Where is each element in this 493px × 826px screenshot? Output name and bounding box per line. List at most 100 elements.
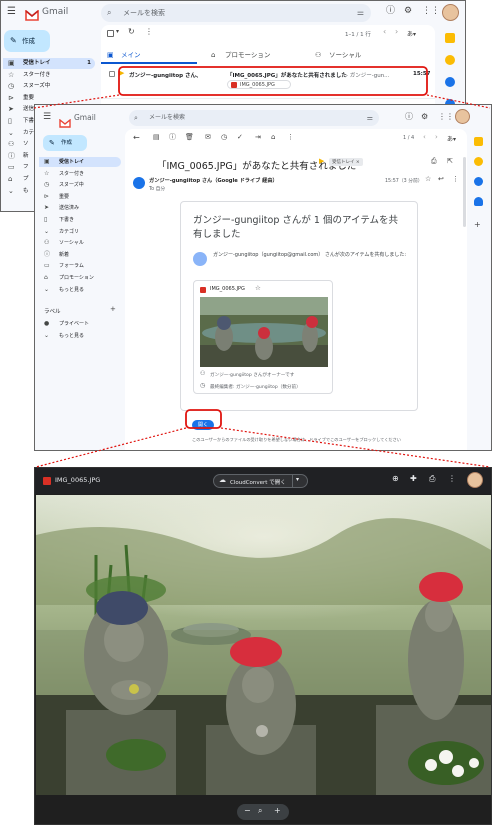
calendar-icon[interactable]: [474, 137, 483, 146]
gear-icon[interactable]: ⚙: [421, 113, 428, 121]
reply-icon[interactable]: ↩: [438, 176, 444, 183]
open-in-new-icon[interactable]: ⇱: [447, 158, 453, 165]
sidebar-item[interactable]: ⌂ プロモーション: [39, 273, 121, 283]
file-preview-card[interactable]: IMG_0065.JPG ☆ ⚇ ガンジー-gungiitop さんがオーナーで…: [193, 280, 333, 394]
label-item[interactable]: ● プライベート: [39, 319, 121, 329]
add-task-icon[interactable]: ✓: [237, 134, 243, 141]
prev-page-icon[interactable]: ‹: [423, 134, 426, 141]
refresh-icon[interactable]: ↻: [128, 28, 135, 36]
tasks-icon[interactable]: [445, 77, 455, 87]
tag-icon: ⌂: [211, 51, 216, 59]
archive-icon[interactable]: ▤: [153, 134, 160, 141]
move-to-icon[interactable]: ⇥: [255, 134, 261, 141]
hamburger-menu-icon[interactable]: ☰: [43, 113, 51, 122]
print-icon[interactable]: ⎙: [429, 475, 435, 483]
sidebar-item[interactable]: ◷ スヌーズ中: [39, 180, 121, 190]
contacts-icon[interactable]: [474, 197, 483, 206]
sidebar-item[interactable]: ☆ スター付き: [3, 70, 95, 81]
row-checkbox[interactable]: [109, 71, 115, 77]
sidebar-item[interactable]: ⓘ 新着: [39, 250, 121, 260]
sidebar-item[interactable]: ➤ 送信済み: [39, 203, 121, 213]
filter-options-icon[interactable]: ⚌: [367, 110, 373, 126]
add-to-drive-icon[interactable]: ⊕: [392, 475, 399, 483]
gear-icon[interactable]: ⚙: [404, 7, 412, 16]
chevron-down-icon[interactable]: ▾: [296, 477, 299, 483]
search-input[interactable]: ⌕ メールを検索 ⚌: [129, 110, 379, 126]
more-vert-icon[interactable]: ⋮: [448, 475, 456, 483]
tab-social[interactable]: ⚇ ソーシャル: [311, 46, 407, 64]
tab-main[interactable]: ▣ メイン: [101, 46, 197, 64]
open-button[interactable]: 開く: [192, 420, 214, 430]
sidebar-item[interactable]: ▣ 受信トレイ: [39, 157, 121, 167]
apps-grid-icon[interactable]: ⋮⋮: [438, 113, 454, 121]
sidebar-item[interactable]: ⊳ 重要: [39, 192, 121, 202]
snooze-icon[interactable]: ◷: [221, 134, 227, 141]
tab-promotions[interactable]: ⌂ プロモーション: [207, 46, 303, 64]
sidebar-item[interactable]: ☆ スター付き: [39, 169, 121, 179]
delete-icon[interactable]: 🗑: [185, 134, 194, 141]
avatar[interactable]: [455, 109, 470, 124]
star-icon[interactable]: ☆: [425, 176, 431, 183]
tag-icon: ⌂: [8, 175, 13, 183]
input-tools[interactable]: あ▾: [447, 134, 456, 143]
filter-options-icon[interactable]: ⚌: [357, 4, 364, 22]
calendar-icon[interactable]: [445, 33, 455, 43]
sidebar-item[interactable]: ▣ 受信トレイ 1: [3, 58, 95, 69]
recipient[interactable]: To 自分: [149, 185, 165, 192]
attachment-chip[interactable]: IMG_0065.JPG: [227, 80, 291, 89]
compose-button[interactable]: ✎ 作成: [43, 135, 87, 151]
sidebar-item[interactable]: ⌄ もっと見る: [39, 285, 121, 295]
compose-button[interactable]: ✎ 作成: [4, 30, 50, 52]
sidebar-item-label: 新着: [59, 251, 70, 258]
star-icon[interactable]: ☆: [255, 285, 261, 292]
mark-unread-icon[interactable]: ✉: [205, 134, 211, 141]
next-page-icon[interactable]: ›: [435, 134, 438, 141]
more-vert-icon[interactable]: ⋮: [145, 28, 153, 36]
print-icon[interactable]: ⎙: [431, 158, 437, 165]
report-spam-icon[interactable]: ⓘ: [169, 134, 176, 141]
importance-marker-icon[interactable]: ▶: [119, 70, 124, 77]
keep-icon[interactable]: [474, 157, 483, 166]
prev-page-icon[interactable]: ‹: [383, 28, 386, 36]
sidebar-item[interactable]: ◷ スヌーズ中: [3, 81, 95, 92]
tasks-icon[interactable]: [474, 177, 483, 186]
inbox-label-badge[interactable]: 受信トレイ ×: [329, 158, 363, 166]
avatar[interactable]: [467, 472, 483, 488]
sidebar-item[interactable]: ▯ 下書き: [39, 215, 121, 225]
zoom-out-button[interactable]: −: [244, 807, 251, 815]
chevron-down-icon[interactable]: ▾: [116, 29, 119, 35]
next-page-icon[interactable]: ›: [395, 28, 398, 36]
label-item[interactable]: ⌄ もっと見る: [39, 331, 121, 341]
keep-icon[interactable]: [445, 55, 455, 65]
help-icon[interactable]: ⓘ: [386, 7, 395, 16]
label-icon[interactable]: ⌂: [271, 134, 275, 141]
search-icon[interactable]: ⌕: [134, 110, 138, 126]
search-input[interactable]: ⌕ メールを検索 ⚌: [101, 4, 371, 22]
apps-grid-icon[interactable]: ⋮⋮: [422, 7, 440, 16]
snippet: - ガンジー-gun...: [346, 73, 390, 79]
sidebar-item[interactable]: ▭ フォーラム: [39, 261, 121, 271]
back-arrow-icon[interactable]: ←: [133, 134, 140, 142]
star-icon: ☆: [8, 70, 15, 79]
select-all-checkbox[interactable]: [107, 30, 114, 37]
avatar[interactable]: [442, 4, 459, 21]
help-icon[interactable]: ⓘ: [405, 113, 413, 121]
more-vert-icon[interactable]: ⋮: [452, 176, 459, 183]
input-tools[interactable]: あ▾: [407, 29, 416, 38]
sidebar-item[interactable]: ⌄ カテゴリ: [39, 227, 121, 237]
add-icon[interactable]: +: [474, 221, 481, 229]
sidebar-item[interactable]: ⊳ 重要: [3, 93, 95, 104]
scrollbar[interactable]: [463, 157, 466, 227]
more-vert-icon[interactable]: ⋮: [287, 134, 294, 141]
file-name[interactable]: IMG_0065.JPG: [210, 286, 245, 292]
search-icon[interactable]: ⌕: [107, 4, 111, 22]
file-thumbnail[interactable]: [200, 297, 328, 367]
sidebar-item[interactable]: ⚇ ソーシャル: [39, 238, 121, 248]
comment-icon[interactable]: ✚: [410, 475, 417, 483]
zoom-in-button[interactable]: +: [274, 807, 281, 815]
open-with-button[interactable]: ☁ CloudConvert で開く ▾: [213, 474, 308, 488]
importance-marker-icon[interactable]: ▶: [319, 158, 324, 165]
message-row[interactable]: ▶ ガンジー-gungiitop さん、 「IMG_0065.JPG」があなたと…: [103, 68, 433, 90]
add-label-icon[interactable]: +: [110, 306, 116, 313]
hamburger-menu-icon[interactable]: ☰: [7, 7, 16, 17]
